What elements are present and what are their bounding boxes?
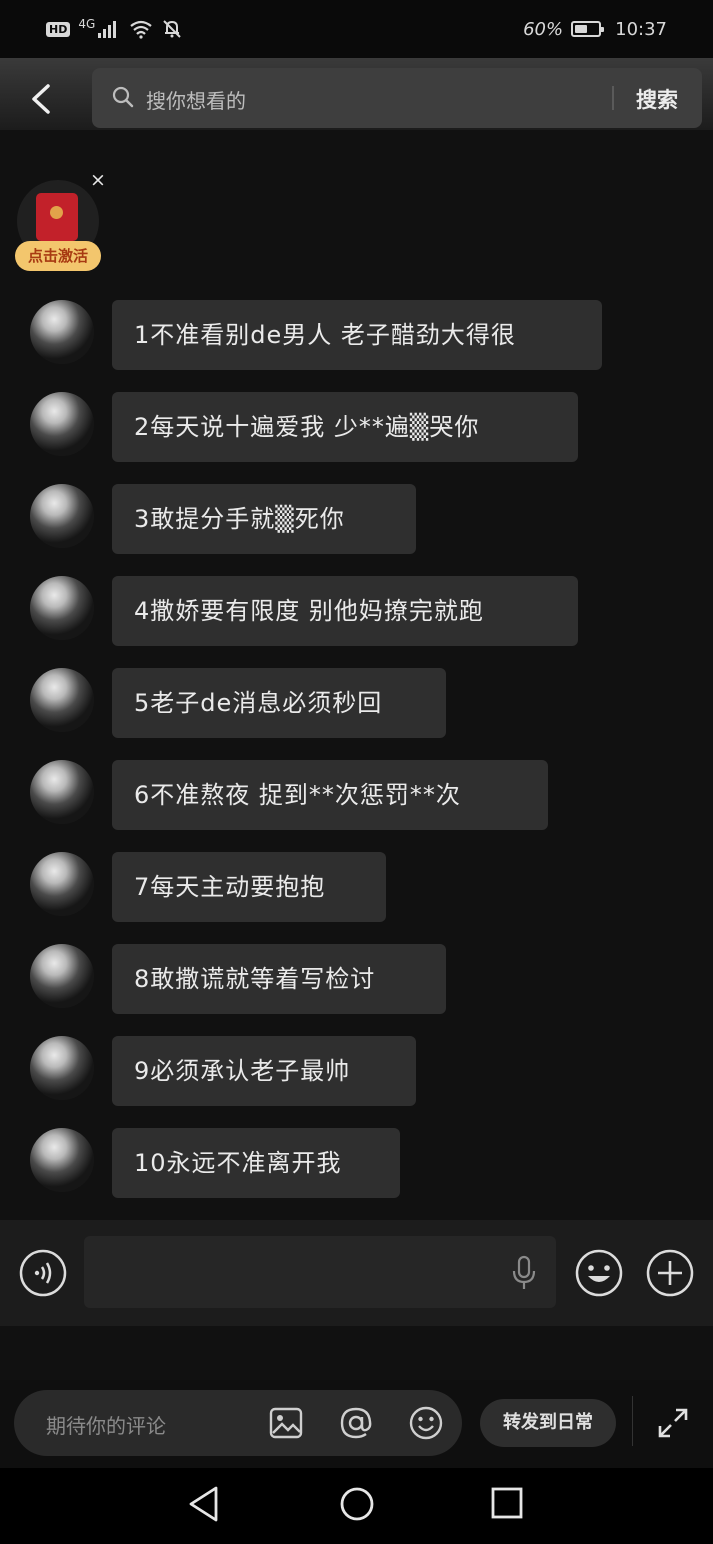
status-right: 60% 10:37 <box>523 16 667 42</box>
signal-icon <box>98 21 117 38</box>
search-button[interactable]: 搜索 <box>636 84 678 114</box>
message-bubble[interactable]: 2每天说十遍爱我 少**遍▒哭你 <box>112 392 578 462</box>
battery-fill <box>575 25 587 33</box>
status-left: HD 4G <box>46 16 183 42</box>
network-label: 4G <box>78 17 96 31</box>
avatar[interactable] <box>30 1128 94 1192</box>
back-arrow-icon[interactable] <box>26 82 58 116</box>
message-bubble[interactable]: 9必须承认老子最帅 <box>112 1036 416 1106</box>
avatar[interactable] <box>30 484 94 548</box>
avatar[interactable] <box>30 760 94 824</box>
message-input[interactable] <box>84 1236 556 1308</box>
emoji-icon[interactable] <box>408 1405 444 1441</box>
recents-square-icon[interactable] <box>490 1486 524 1520</box>
at-icon[interactable] <box>338 1405 374 1441</box>
red-envelope-seal <box>50 206 63 219</box>
message-bubble[interactable]: 7每天主动要抱抱 <box>112 852 386 922</box>
home-circle-icon[interactable] <box>338 1485 376 1523</box>
divider <box>632 1396 633 1446</box>
red-packet-activate-label[interactable]: 点击激活 <box>15 241 101 271</box>
message-bubble[interactable]: 8敢撒谎就等着写检讨 <box>112 944 446 1014</box>
avatar[interactable] <box>30 944 94 1008</box>
message-bubble[interactable]: 3敢提分手就▒死你 <box>112 484 416 554</box>
message-bubble[interactable]: 4撒娇要有限度 别他妈撩完就跑 <box>112 576 578 646</box>
mute-bell-icon <box>163 20 181 38</box>
battery-percent: 60% <box>523 18 564 40</box>
search-divider <box>612 86 614 110</box>
close-icon[interactable]: × <box>90 169 106 191</box>
hd-badge: HD <box>46 21 71 37</box>
avatar[interactable] <box>30 1036 94 1100</box>
wifi-icon <box>130 20 152 39</box>
message-bubble[interactable]: 5老子de消息必须秒回 <box>112 668 446 738</box>
plus-icon[interactable] <box>645 1248 695 1298</box>
microphone-icon[interactable] <box>510 1255 538 1291</box>
back-triangle-icon[interactable] <box>186 1484 222 1524</box>
comment-placeholder: 期待你的评论 <box>46 1414 166 1438</box>
image-icon[interactable] <box>268 1405 304 1441</box>
clock: 10:37 <box>615 18 667 40</box>
expand-icon[interactable] <box>656 1406 690 1440</box>
repost-to-daily-button[interactable]: 转发到日常 <box>480 1399 616 1447</box>
avatar[interactable] <box>30 392 94 456</box>
voice-icon[interactable] <box>18 1248 68 1298</box>
message-bubble[interactable]: 10永远不准离开我 <box>112 1128 400 1198</box>
avatar[interactable] <box>30 852 94 916</box>
battery-icon <box>571 21 605 37</box>
avatar[interactable] <box>30 576 94 640</box>
message-bubble[interactable]: 1不准看别de男人 老子醋劲大得很 <box>112 300 602 370</box>
message-bubble[interactable]: 6不准熬夜 捉到**次惩罚**次 <box>112 760 548 830</box>
avatar[interactable] <box>30 668 94 732</box>
avatar[interactable] <box>30 300 94 364</box>
emoji-icon[interactable] <box>574 1248 624 1298</box>
search-placeholder: 搜你想看的 <box>146 89 246 113</box>
search-icon <box>112 86 134 108</box>
